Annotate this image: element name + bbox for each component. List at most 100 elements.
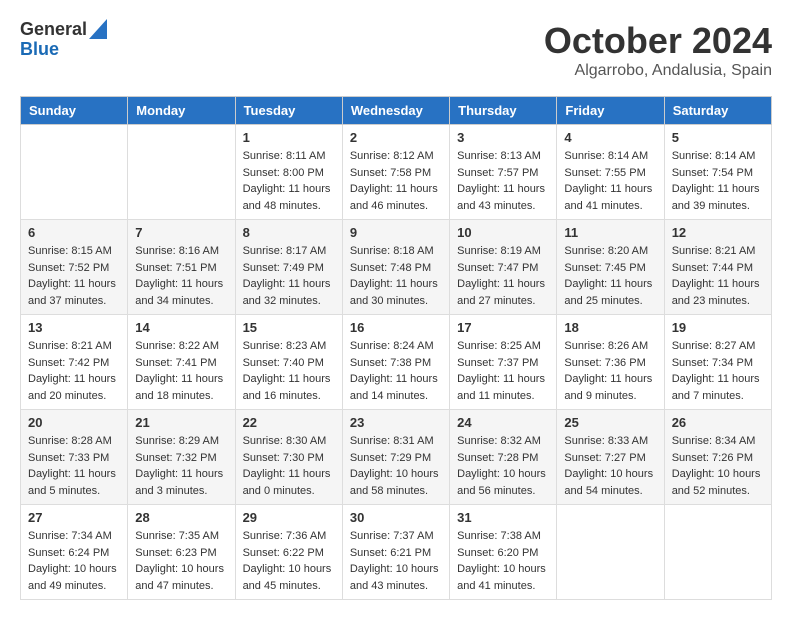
- cell-content: Sunrise: 8:18 AMSunset: 7:48 PMDaylight:…: [350, 243, 442, 309]
- calendar-cell: [128, 125, 235, 220]
- cell-content: Sunrise: 8:20 AMSunset: 7:45 PMDaylight:…: [564, 243, 656, 309]
- weekday-header: Sunday: [21, 97, 128, 125]
- sunset-text: Sunset: 7:30 PM: [243, 450, 335, 467]
- sunrise-text: Sunrise: 8:17 AM: [243, 243, 335, 260]
- sunset-text: Sunset: 7:29 PM: [350, 450, 442, 467]
- calendar-cell: 27Sunrise: 7:34 AMSunset: 6:24 PMDayligh…: [21, 505, 128, 600]
- daylight-text: Daylight: 11 hours and 30 minutes.: [350, 276, 442, 309]
- sunset-text: Sunset: 7:37 PM: [457, 355, 549, 372]
- sunset-text: Sunset: 7:49 PM: [243, 260, 335, 277]
- sunrise-text: Sunrise: 8:27 AM: [672, 338, 764, 355]
- sunrise-text: Sunrise: 8:22 AM: [135, 338, 227, 355]
- daylight-text: Daylight: 11 hours and 11 minutes.: [457, 371, 549, 404]
- cell-content: Sunrise: 8:26 AMSunset: 7:36 PMDaylight:…: [564, 338, 656, 404]
- cell-content: Sunrise: 8:30 AMSunset: 7:30 PMDaylight:…: [243, 433, 335, 499]
- calendar-cell: 11 Sunrise: 8:20 AMSunset: 7:45 PMDayligh…: [557, 220, 664, 315]
- calendar-cell: 1Sunrise: 8:11 AMSunset: 8:00 PMDaylight…: [235, 125, 342, 220]
- cell-content: Sunrise: 8:14 AMSunset: 7:54 PMDaylight:…: [672, 148, 764, 214]
- title-block: October 2024 Algarrobo, Andalusia, Spain: [544, 20, 772, 80]
- sunset-text: Sunset: 7:42 PM: [28, 355, 120, 372]
- sunset-text: Sunset: 7:44 PM: [672, 260, 764, 277]
- calendar-cell: 17Sunrise: 8:25 AMSunset: 7:37 PMDayligh…: [450, 315, 557, 410]
- daylight-text: Daylight: 11 hours and 27 minutes.: [457, 276, 549, 309]
- cell-content: Sunrise: 7:38 AMSunset: 6:20 PMDaylight:…: [457, 528, 549, 594]
- day-number: 13: [28, 320, 120, 335]
- day-number: 30: [350, 510, 442, 525]
- daylight-text: Daylight: 10 hours and 58 minutes.: [350, 466, 442, 499]
- cell-content: Sunrise: 8:14 AMSunset: 7:55 PMDaylight:…: [564, 148, 656, 214]
- day-number: 31: [457, 510, 549, 525]
- day-number: 8: [243, 225, 335, 240]
- sunset-text: Sunset: 7:34 PM: [672, 355, 764, 372]
- daylight-text: Daylight: 11 hours and 34 minutes.: [135, 276, 227, 309]
- daylight-text: Daylight: 11 hours and 32 minutes.: [243, 276, 335, 309]
- cell-content: Sunrise: 8:25 AMSunset: 7:37 PMDaylight:…: [457, 338, 549, 404]
- sunrise-text: Sunrise: 8:26 AM: [564, 338, 656, 355]
- cell-content: Sunrise: 8:13 AMSunset: 7:57 PMDaylight:…: [457, 148, 549, 214]
- calendar-cell: 24Sunrise: 8:32 AMSunset: 7:28 PMDayligh…: [450, 410, 557, 505]
- calendar-table: SundayMondayTuesdayWednesdayThursdayFrid…: [20, 96, 772, 600]
- sunrise-text: Sunrise: 8:11 AM: [243, 148, 335, 165]
- daylight-text: Daylight: 11 hours and 0 minutes.: [243, 466, 335, 499]
- weekday-header: Saturday: [664, 97, 771, 125]
- day-number: 24: [457, 415, 549, 430]
- sunrise-text: Sunrise: 8:33 AM: [564, 433, 656, 450]
- calendar-cell: 15 Sunrise: 8:23 AMSunset: 7:40 PMDayligh…: [235, 315, 342, 410]
- calendar-cell: [21, 125, 128, 220]
- daylight-text: Daylight: 10 hours and 41 minutes.: [457, 561, 549, 594]
- sunset-text: Sunset: 7:41 PM: [135, 355, 227, 372]
- day-number: 11: [564, 225, 656, 240]
- calendar-cell: 28Sunrise: 7:35 AMSunset: 6:23 PMDayligh…: [128, 505, 235, 600]
- logo-bird-icon: [89, 19, 107, 39]
- daylight-text: Daylight: 11 hours and 37 minutes.: [28, 276, 120, 309]
- cell-content: Sunrise: 8:27 AMSunset: 7:34 PMDaylight:…: [672, 338, 764, 404]
- weekday-header: Tuesday: [235, 97, 342, 125]
- daylight-text: Daylight: 10 hours and 56 minutes.: [457, 466, 549, 499]
- sunset-text: Sunset: 7:58 PM: [350, 165, 442, 182]
- calendar-cell: 22 Sunrise: 8:30 AMSunset: 7:30 PMDayligh…: [235, 410, 342, 505]
- day-number: 15: [243, 320, 335, 335]
- calendar-cell: 25Sunrise: 8:33 AMSunset: 7:27 PMDayligh…: [557, 410, 664, 505]
- day-number: 22: [243, 415, 335, 430]
- calendar-week-row: 13Sunrise: 8:21 AMSunset: 7:42 PMDayligh…: [21, 315, 772, 410]
- sunrise-text: Sunrise: 8:14 AM: [564, 148, 656, 165]
- day-number: 27: [28, 510, 120, 525]
- day-number: 3: [457, 130, 549, 145]
- sunrise-text: Sunrise: 8:24 AM: [350, 338, 442, 355]
- location-title: Algarrobo, Andalusia, Spain: [544, 62, 772, 80]
- daylight-text: Daylight: 11 hours and 3 minutes.: [135, 466, 227, 499]
- cell-content: Sunrise: 8:19 AMSunset: 7:47 PMDaylight:…: [457, 243, 549, 309]
- cell-content: Sunrise: 8:24 AMSunset: 7:38 PMDaylight:…: [350, 338, 442, 404]
- day-number: 21: [135, 415, 227, 430]
- sunset-text: Sunset: 7:55 PM: [564, 165, 656, 182]
- day-number: 16: [350, 320, 442, 335]
- cell-content: Sunrise: 8:31 AMSunset: 7:29 PMDaylight:…: [350, 433, 442, 499]
- calendar-cell: 6Sunrise: 8:15 AMSunset: 7:52 PMDaylight…: [21, 220, 128, 315]
- page-header: General Blue October 2024 Algarrobo, And…: [20, 20, 772, 80]
- daylight-text: Daylight: 11 hours and 48 minutes.: [243, 181, 335, 214]
- sunrise-text: Sunrise: 8:14 AM: [672, 148, 764, 165]
- daylight-text: Daylight: 10 hours and 47 minutes.: [135, 561, 227, 594]
- sunset-text: Sunset: 6:23 PM: [135, 545, 227, 562]
- sunset-text: Sunset: 7:54 PM: [672, 165, 764, 182]
- sunrise-text: Sunrise: 8:31 AM: [350, 433, 442, 450]
- daylight-text: Daylight: 10 hours and 54 minutes.: [564, 466, 656, 499]
- cell-content: Sunrise: 8:11 AMSunset: 8:00 PMDaylight:…: [243, 148, 335, 214]
- calendar-cell: [664, 505, 771, 600]
- sunrise-text: Sunrise: 8:32 AM: [457, 433, 549, 450]
- sunrise-text: Sunrise: 8:21 AM: [672, 243, 764, 260]
- cell-content: Sunrise: 8:23 AMSunset: 7:40 PMDaylight:…: [243, 338, 335, 404]
- calendar-cell: 5 Sunrise: 8:14 AMSunset: 7:54 PMDaylight…: [664, 125, 771, 220]
- day-number: 23: [350, 415, 442, 430]
- daylight-text: Daylight: 11 hours and 46 minutes.: [350, 181, 442, 214]
- calendar-cell: 8 Sunrise: 8:17 AMSunset: 7:49 PMDaylight…: [235, 220, 342, 315]
- daylight-text: Daylight: 11 hours and 43 minutes.: [457, 181, 549, 214]
- calendar-cell: 16 Sunrise: 8:24 AMSunset: 7:38 PMDayligh…: [342, 315, 449, 410]
- month-title: October 2024: [544, 20, 772, 62]
- day-number: 5: [672, 130, 764, 145]
- calendar-cell: 9Sunrise: 8:18 AMSunset: 7:48 PMDaylight…: [342, 220, 449, 315]
- day-number: 4: [564, 130, 656, 145]
- sunset-text: Sunset: 6:21 PM: [350, 545, 442, 562]
- daylight-text: Daylight: 11 hours and 25 minutes.: [564, 276, 656, 309]
- day-number: 12: [672, 225, 764, 240]
